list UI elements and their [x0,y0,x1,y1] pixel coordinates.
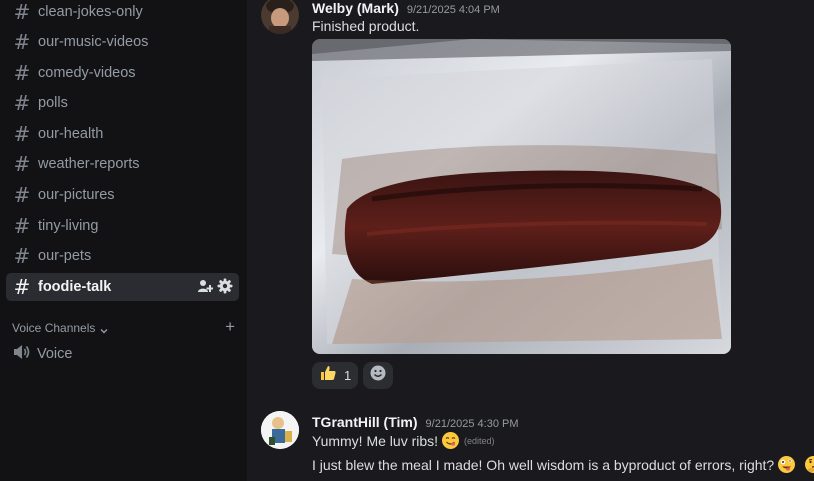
channel-our-pictures[interactable]: # our-pictures [6,181,239,209]
message-timestamp: 9/21/2025 4:04 PM [406,4,500,16]
speaker-icon [12,343,31,366]
channel-label: tiny-living [38,218,99,234]
gear-icon[interactable] [217,278,233,294]
message-content: Finished product. [312,18,420,34]
channel-label: weather-reports [38,156,140,172]
hash-icon: # [13,244,31,268]
yum-emoji-icon [441,431,460,450]
message-timestamp: 9/21/2025 4:30 PM [425,418,519,430]
add-reaction-button[interactable] [363,362,393,389]
message-line: I just blew the meal I made! Oh well wis… [312,455,814,474]
channel-label: our-music-videos [38,34,149,50]
add-channel-icon[interactable]: + [225,318,235,335]
hash-icon: # [13,0,31,24]
channel-label: polls [38,95,68,111]
author-name[interactable]: Welby (Mark) [312,0,399,16]
hash-icon: # [13,61,31,85]
avatar[interactable] [261,0,299,34]
create-invite-icon[interactable] [197,278,214,294]
hash-icon: # [13,152,31,176]
message-text: Finished product. [312,18,419,34]
channel-our-music-videos[interactable]: # our-music-videos [6,28,239,56]
hash-icon: # [13,275,31,299]
channel-our-health[interactable]: # our-health [6,120,239,148]
hash-icon: # [13,91,31,115]
reaction-thumbs-up[interactable]: 1 [312,362,359,389]
channel-comedy-videos[interactable]: # comedy-videos [6,59,239,87]
channel-label: our-health [38,126,104,142]
thumbs-up-icon [319,364,337,387]
channel-label: our-pictures [38,187,115,203]
message-content: Yummy! Me luv ribs! [312,432,439,449]
section-label: Voice Channels [12,321,96,335]
hash-icon: # [13,122,31,146]
channel-label: our-pets [38,248,92,264]
message-header: Welby (Mark) 9/21/2025 4:04 PM [312,0,500,16]
hash-icon: # [13,214,31,238]
voice-channel-label: Voice [37,346,73,362]
image-attachment[interactable] [312,39,731,354]
avatar[interactable] [261,411,299,449]
hash-icon: # [13,183,31,207]
channel-clean-jokes-only[interactable]: # clean-jokes-only [6,0,239,26]
channel-weather-reports[interactable]: # weather-reports [6,150,239,178]
channel-voice[interactable]: Voice [6,341,239,367]
channel-polls[interactable]: # polls [6,89,239,117]
hash-icon: # [13,30,31,54]
message-list: Welby (Mark) 9/21/2025 4:04 PM Finished … [247,0,814,481]
message-header: TGrantHill (Tim) 9/21/2025 4:30 PM [312,414,519,430]
voice-channels-header[interactable]: Voice Channels + [12,318,235,336]
chevron-down-icon [99,323,109,334]
channel-label: clean-jokes-only [38,4,143,20]
channel-our-pets[interactable]: # our-pets [6,242,239,270]
channel-label: foodie-talk [38,279,112,295]
channel-tiny-living[interactable]: # tiny-living [6,212,239,240]
channel-sidebar: # clean-jokes-only # our-music-videos # … [0,0,247,481]
channel-foodie-talk[interactable]: # foodie-talk [6,273,239,301]
channel-label: comedy-videos [38,65,136,81]
edited-label: (edited) [464,435,495,446]
zany-face-emoji-icon [777,455,796,474]
add-reaction-icon [369,364,387,387]
reaction-count: 1 [344,368,352,383]
author-name[interactable]: TGrantHill (Tim) [312,414,418,430]
message-line: Yummy! Me luv ribs! (edited) [312,431,495,450]
message-content: I just blew the meal I made! Oh well wis… [312,456,775,473]
thinking-face-emoji-icon [804,455,814,474]
